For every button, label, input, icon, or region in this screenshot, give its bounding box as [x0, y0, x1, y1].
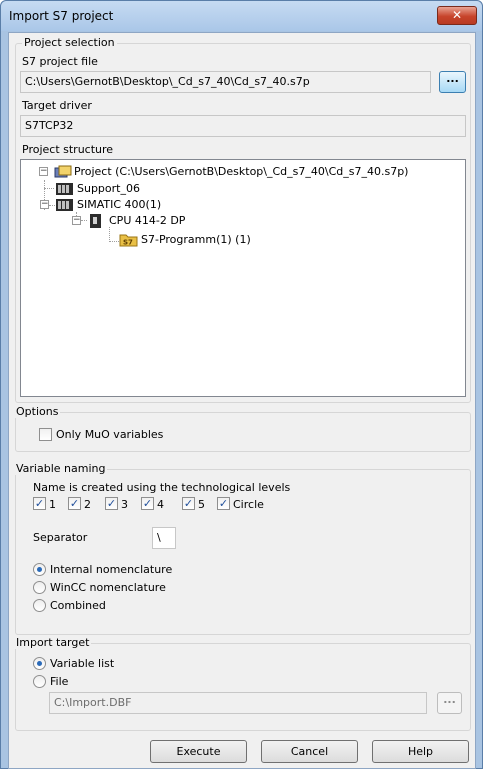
only-muo-label[interactable]: Only MuO variables [56, 428, 163, 441]
options-group: Options Only MuO variables [14, 405, 471, 452]
title-bar[interactable]: Import S7 project ✕ [1, 1, 482, 31]
separator-input[interactable]: \ [152, 527, 176, 549]
svg-text:S7: S7 [123, 239, 133, 247]
target-driver-label: Target driver [22, 99, 92, 112]
level-2-label[interactable]: 2 [84, 498, 91, 511]
level-5-checkbox[interactable]: ✓ [182, 497, 195, 510]
station-icon [56, 183, 73, 195]
combined-label[interactable]: Combined [50, 599, 106, 612]
circle-label[interactable]: Circle [233, 498, 264, 511]
execute-button[interactable]: Execute [150, 740, 247, 763]
help-button[interactable]: Help [372, 740, 469, 763]
naming-description: Name is created using the technological … [33, 481, 291, 494]
tree-item-cpu[interactable]: − CPU 414-2 DP [21, 213, 465, 229]
level-5-label[interactable]: 5 [198, 498, 205, 511]
close-button[interactable]: ✕ [437, 6, 477, 25]
level-4-checkbox[interactable]: ✓ [141, 497, 154, 510]
close-icon: ✕ [451, 8, 463, 22]
dialog-title: Import S7 project [9, 9, 114, 23]
browse-import-file-button[interactable]: ... [437, 692, 462, 714]
tree-item-label: Project (C:\Users\GernotB\Desktop\_Cd_s7… [74, 165, 409, 178]
import-s7-project-dialog: Import S7 project ✕ Project selection S7… [0, 0, 483, 769]
wincc-nomenclature-radio[interactable] [33, 581, 46, 594]
level-2-checkbox[interactable]: ✓ [68, 497, 81, 510]
variable-naming-legend: Variable naming [14, 462, 108, 475]
separator-label: Separator [33, 531, 88, 544]
cancel-button[interactable]: Cancel [261, 740, 358, 763]
import-target-group: Import target Variable list File C:\Impo… [14, 636, 471, 731]
tree-item-project[interactable]: − Project (C:\Users\GernotB\Desktop\_Cd_… [21, 164, 465, 180]
s7-project-file-label: S7 project file [22, 55, 98, 68]
level-3-label[interactable]: 3 [121, 498, 128, 511]
tree-item-label: SIMATIC 400(1) [77, 198, 162, 211]
cpu-icon [90, 214, 101, 228]
collapse-icon[interactable]: − [72, 216, 81, 225]
level-3-checkbox[interactable]: ✓ [105, 497, 118, 510]
project-structure-label: Project structure [22, 143, 114, 156]
level-1-checkbox[interactable]: ✓ [33, 497, 46, 510]
internal-nomenclature-radio[interactable] [33, 563, 46, 576]
target-driver-field[interactable]: S7TCP32 [20, 115, 466, 137]
project-selection-group: Project selection S7 project file C:\Use… [15, 36, 471, 403]
s7-project-file-field[interactable]: C:\Users\GernotB\Desktop\_Cd_s7_40\Cd_s7… [20, 71, 431, 93]
dialog-client-area: Project selection S7 project file C:\Use… [8, 32, 476, 769]
tree-item-support-06[interactable]: Support_06 [21, 181, 465, 197]
tree-item-label: CPU 414-2 DP [109, 214, 186, 227]
circle-checkbox[interactable]: ✓ [217, 497, 230, 510]
variable-naming-group: Variable naming Name is created using th… [14, 462, 471, 635]
import-target-legend: Import target [14, 636, 92, 649]
collapse-icon[interactable]: − [39, 167, 48, 176]
project-structure-tree[interactable]: − Project (C:\Users\GernotB\Desktop\_Cd_… [20, 159, 466, 397]
tree-item-label: S7-Programm(1) (1) [141, 233, 251, 246]
file-label[interactable]: File [50, 675, 68, 688]
options-legend: Options [14, 405, 61, 418]
tree-item-simatic-400[interactable]: − SIMATIC 400(1) [21, 197, 465, 213]
internal-nomenclature-label[interactable]: Internal nomenclature [50, 563, 172, 576]
import-file-field[interactable]: C:\Import.DBF [49, 692, 427, 714]
station-icon [56, 199, 73, 211]
browse-project-button[interactable]: ... [439, 71, 466, 93]
only-muo-checkbox[interactable] [39, 428, 52, 441]
file-radio[interactable] [33, 675, 46, 688]
collapse-icon[interactable]: − [40, 200, 49, 209]
project-icon [54, 165, 72, 178]
level-4-label[interactable]: 4 [157, 498, 164, 511]
wincc-nomenclature-label[interactable]: WinCC nomenclature [50, 581, 166, 594]
tree-item-label: Support_06 [77, 182, 140, 195]
combined-radio[interactable] [33, 599, 46, 612]
variable-list-label[interactable]: Variable list [50, 657, 114, 670]
level-1-label[interactable]: 1 [49, 498, 56, 511]
project-selection-legend: Project selection [22, 36, 117, 49]
tree-item-s7-program[interactable]: S7 S7-Programm(1) (1) [21, 232, 465, 248]
s7-program-folder-icon: S7 [119, 234, 138, 247]
variable-list-radio[interactable] [33, 657, 46, 670]
